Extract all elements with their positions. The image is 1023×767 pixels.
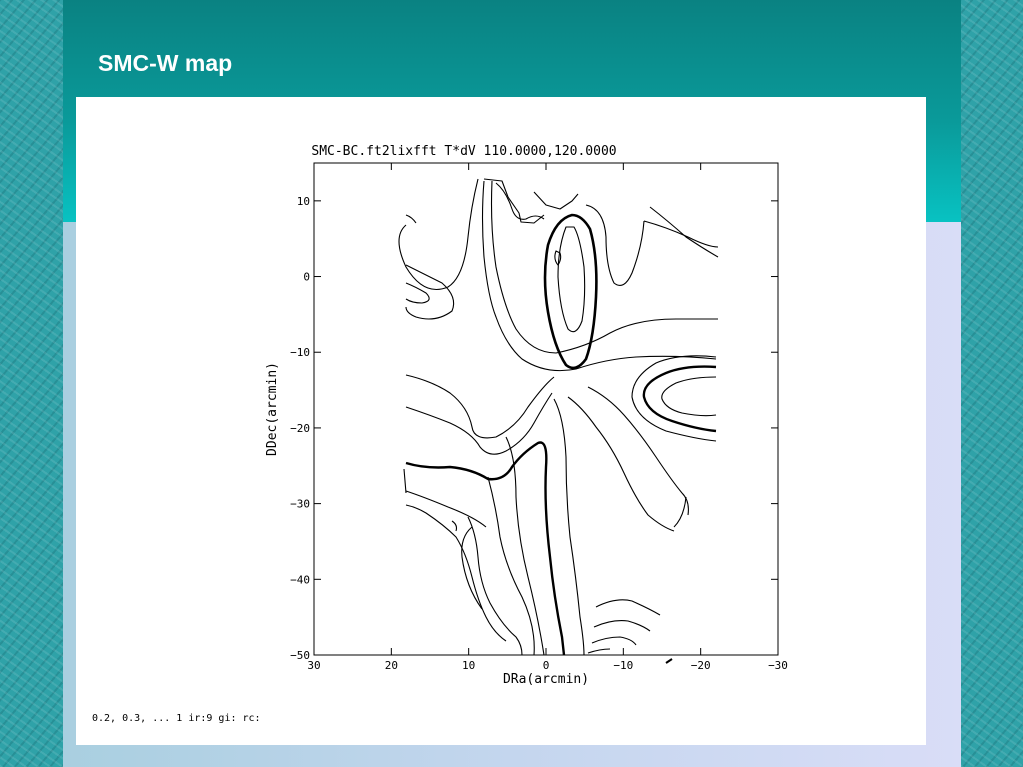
y-tick-label: −50 <box>290 649 310 662</box>
contour-left-edge-3 <box>451 520 458 532</box>
x-tick-label: −20 <box>691 659 711 672</box>
contour-left-lobe-1 <box>405 264 455 320</box>
contour-left-mid-2 <box>405 392 553 455</box>
contour-trunk-right-3 <box>587 386 689 516</box>
y-axis-label: DDec(arcmin) <box>265 362 280 456</box>
figure-panel: SMC-BC.ft2lixfft T*dV 110.0000,120.0000 … <box>76 97 926 745</box>
right-texture-border <box>961 0 1023 767</box>
contour-chart: SMC-BC.ft2lixfft T*dV 110.0000,120.0000 … <box>92 144 788 724</box>
contour-right-lobe-bold <box>642 365 717 433</box>
contour-left-edge-1 <box>403 468 407 494</box>
y-tick-label: −30 <box>290 498 310 511</box>
contour-top-hook <box>495 182 545 220</box>
contour-trunk-left-2 <box>487 476 535 656</box>
contour-levels-caption: 0.2, 0.3, ... 1 ir:9 gi: rc: <box>92 713 261 724</box>
contour-right-outer-2 <box>673 496 687 528</box>
contour-bold-upper <box>543 213 598 370</box>
x-tick-label: 10 <box>462 659 475 672</box>
x-tick-label: 20 <box>385 659 398 672</box>
contour-inner-peak <box>557 226 586 333</box>
y-tick-label: 10 <box>297 195 310 208</box>
y-tick-label: −40 <box>290 573 310 586</box>
x-axis-ticks: 30 20 10 0 −10 −20 −30 <box>307 163 788 672</box>
contour-top-ridge-2 <box>533 191 579 210</box>
left-texture-border <box>0 0 63 767</box>
contour-lower-right-2 <box>593 620 651 632</box>
y-tick-label: 0 <box>303 271 310 284</box>
contour-bold-lower-left <box>405 441 566 656</box>
contour-lower-right-4 <box>587 648 611 654</box>
contour-left-edge-2 <box>405 214 417 224</box>
plot-frame <box>313 162 779 656</box>
contour-right-arc <box>643 220 719 248</box>
contour-peak-dot <box>554 250 562 266</box>
contour-lower-right-3 <box>591 636 637 646</box>
slide-title: SMC-W map <box>98 50 233 76</box>
contour-left-lobe-2 <box>405 282 430 304</box>
chart-title: SMC-BC.ft2lixfft T*dV 110.0000,120.0000 <box>311 144 616 159</box>
contour-upper-left-1 <box>398 178 479 291</box>
y-tick-label: −10 <box>290 346 310 359</box>
contour-upper-left-3 <box>490 180 718 354</box>
x-tick-label: 0 <box>543 659 550 672</box>
contour-left-mid <box>405 374 555 439</box>
contour-right-outer-1 <box>649 206 719 258</box>
x-tick-label: −10 <box>613 659 633 672</box>
contour-lines <box>398 178 719 664</box>
x-axis-label: DRa(arcmin) <box>503 672 589 687</box>
contour-lower-right-1 <box>595 599 661 616</box>
contour-bottom-mark <box>665 658 673 664</box>
contour-upper-left-2 <box>481 180 717 372</box>
y-tick-label: −20 <box>290 422 310 435</box>
contour-lower-left-3 <box>467 516 523 656</box>
x-tick-label: −30 <box>768 659 788 672</box>
contour-right-lobe-1 <box>661 376 717 417</box>
contour-trunk-right-2 <box>567 396 675 532</box>
